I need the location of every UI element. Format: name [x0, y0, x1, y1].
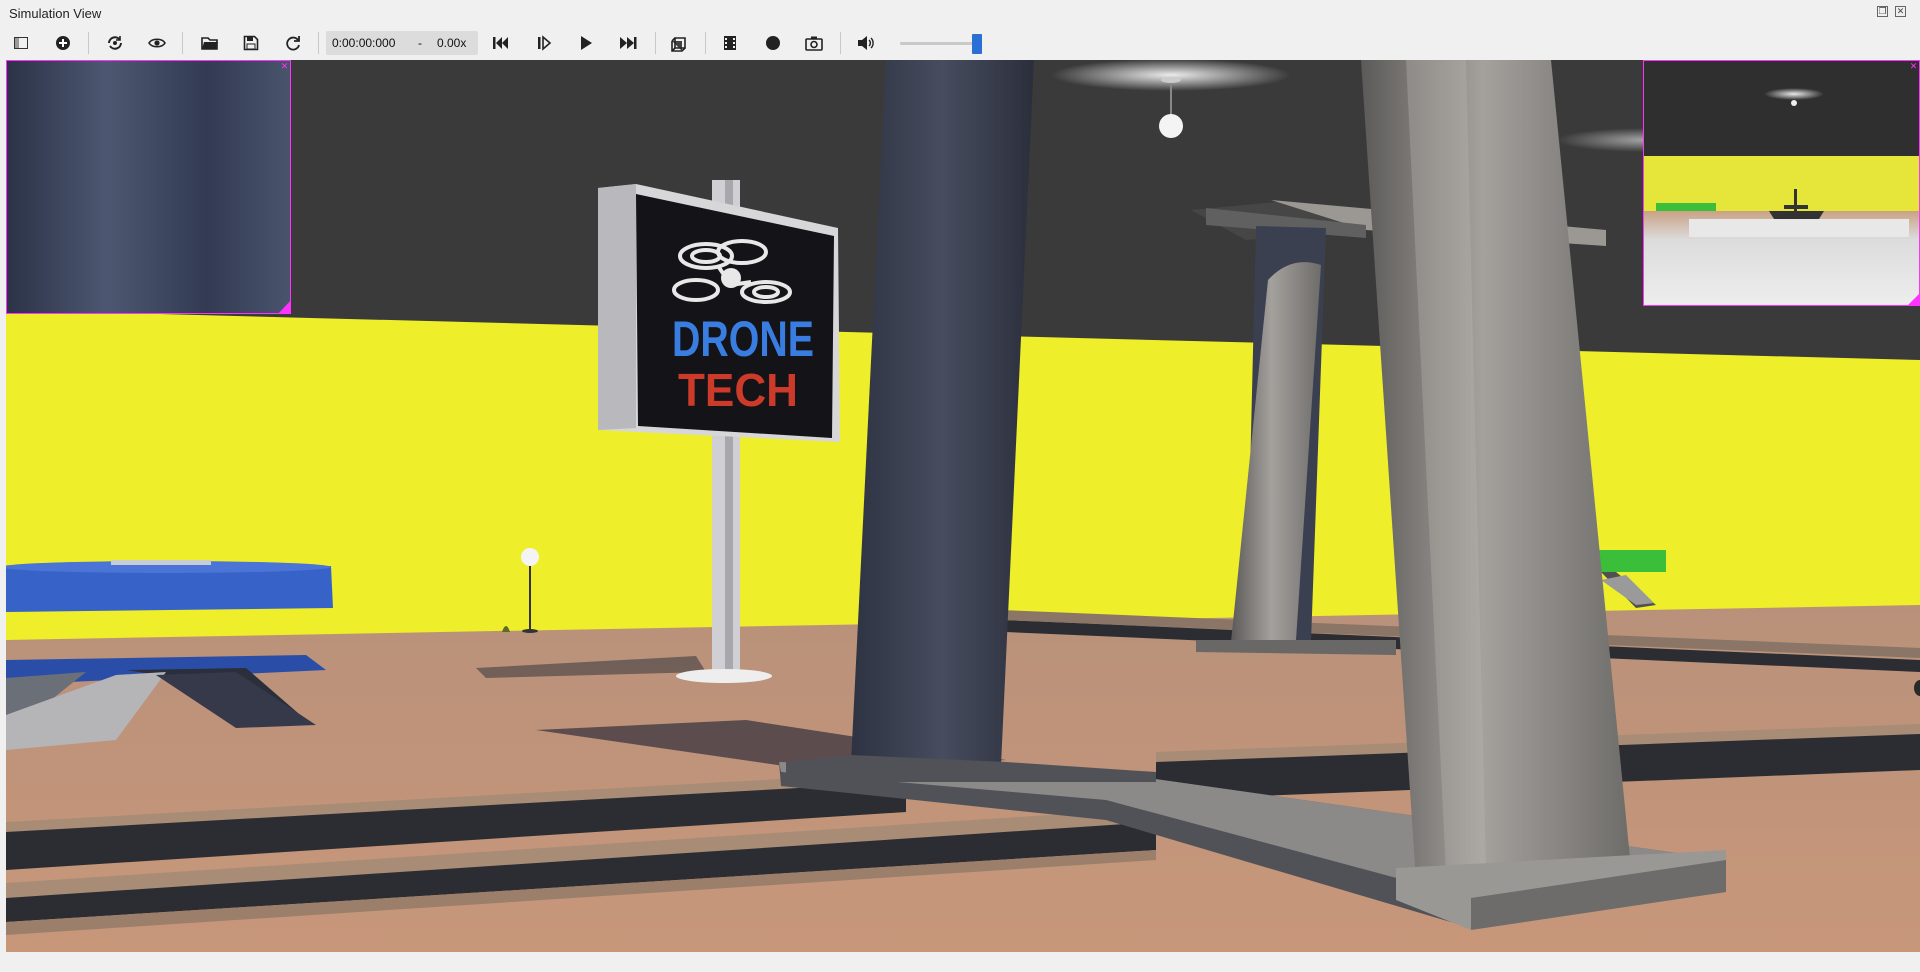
- fast-forward-icon[interactable]: [614, 30, 642, 56]
- open-folder-icon[interactable]: [196, 30, 224, 56]
- inset-close-icon[interactable]: ✕: [280, 62, 289, 71]
- sidebar-toggle-icon[interactable]: [7, 30, 35, 56]
- step-back-icon[interactable]: [487, 30, 515, 56]
- inset-camera-view-left[interactable]: ✕: [6, 60, 291, 314]
- step-forward-icon[interactable]: [530, 30, 558, 56]
- inset-camera-view-right[interactable]: ✕: [1643, 60, 1920, 306]
- sign-text-line2: TECH: [678, 364, 798, 416]
- time-separator: -: [418, 36, 422, 50]
- 3d-box-icon[interactable]: [665, 30, 693, 56]
- record-icon[interactable]: [759, 30, 787, 56]
- view-follow-icon[interactable]: [101, 30, 129, 56]
- float-window-icon[interactable]: ❐: [1877, 6, 1888, 17]
- reload-icon[interactable]: [279, 30, 307, 56]
- toolbar: 0:00:00:000 - 0.00x: [0, 26, 1920, 60]
- speaker-icon[interactable]: [852, 30, 880, 56]
- inset-close-icon[interactable]: ✕: [1909, 62, 1918, 71]
- add-object-icon[interactable]: [49, 30, 77, 56]
- movie-icon[interactable]: [716, 30, 744, 56]
- title-bar: Simulation View ❐ ✕: [0, 0, 1920, 26]
- window-title: Simulation View: [9, 6, 102, 21]
- sign-text-line1: DRONE: [672, 311, 814, 367]
- simulation-viewport[interactable]: DRONE TECH ✕ ✕: [6, 60, 1920, 952]
- eye-icon[interactable]: [143, 30, 171, 56]
- time-display: 0:00:00:000 - 0.00x: [326, 31, 478, 55]
- status-bar: [0, 952, 1920, 972]
- volume-slider-track[interactable]: [900, 42, 982, 45]
- close-icon[interactable]: ✕: [1895, 6, 1906, 17]
- simulation-speed: 0.00x: [437, 36, 467, 50]
- simulation-time: 0:00:00:000: [332, 36, 396, 50]
- camera-icon[interactable]: [800, 30, 828, 56]
- volume-slider-thumb[interactable]: [972, 34, 982, 54]
- play-icon[interactable]: [572, 30, 600, 56]
- save-icon[interactable]: [237, 30, 265, 56]
